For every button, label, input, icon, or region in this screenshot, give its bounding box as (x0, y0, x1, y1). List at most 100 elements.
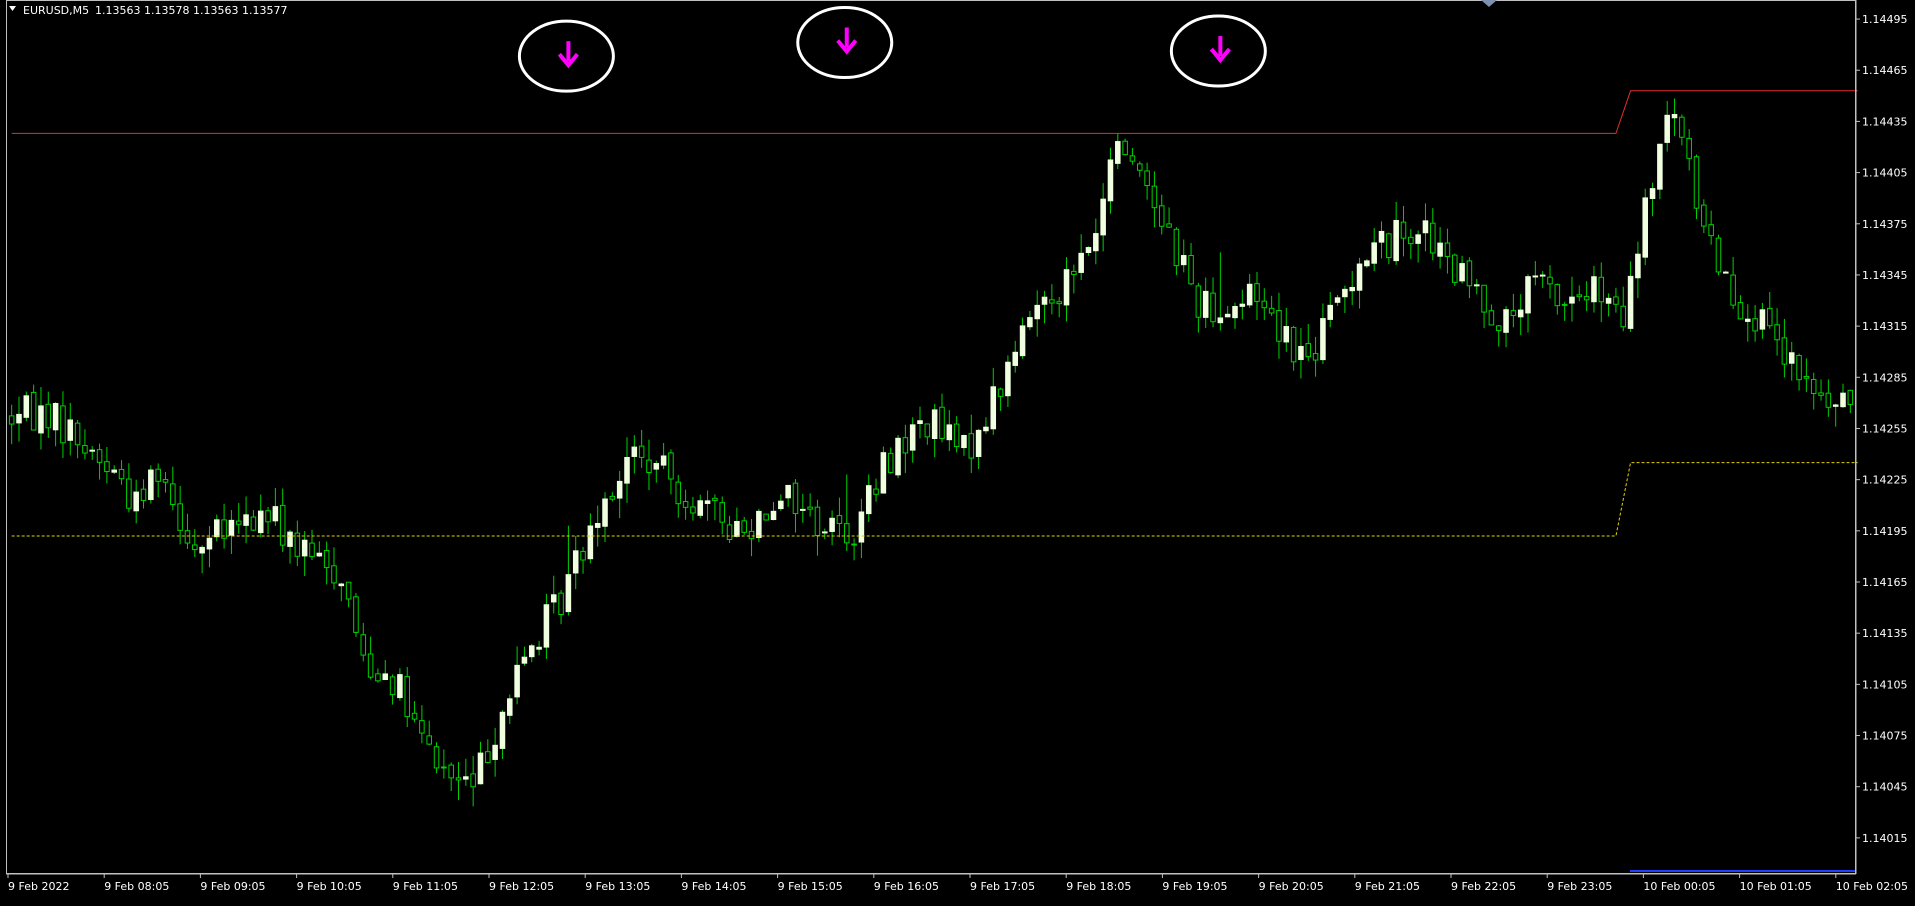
bullish-candle (1832, 404, 1839, 407)
bearish-candle (887, 452, 894, 473)
bearish-candle (609, 495, 616, 500)
bearish-candle (82, 445, 88, 454)
bearish-candle (1451, 254, 1458, 283)
bullish-candle (697, 500, 704, 516)
bearish-candle (719, 502, 725, 523)
bullish-candle (1327, 304, 1334, 320)
bullish-candle (257, 510, 264, 534)
time-tick-label: 9 Feb 13:05 (585, 880, 650, 893)
bullish-candle (1180, 255, 1187, 266)
bullish-candle (631, 446, 638, 457)
bullish-candle (624, 456, 630, 484)
bullish-candle (1745, 318, 1751, 322)
bearish-candle (1312, 353, 1319, 361)
time-tick-label: 9 Feb 20:05 (1259, 880, 1324, 893)
bullish-candle (1635, 253, 1641, 279)
bullish-candle (1107, 159, 1114, 202)
bullish-candle (1246, 283, 1253, 306)
bearish-candle (345, 581, 352, 600)
bearish-candle (250, 516, 257, 531)
bullish-candle (602, 498, 608, 527)
bearish-candle (1613, 296, 1619, 305)
price-tick-label: 1.14165 (1862, 576, 1908, 589)
bullish-candle (52, 403, 59, 431)
bearish-candle (279, 504, 286, 546)
bearish-candle (1466, 260, 1473, 287)
bearish-candle (1598, 276, 1605, 303)
bullish-candle (1078, 252, 1084, 273)
bearish-candle (1071, 270, 1077, 276)
bearish-candle (1715, 237, 1722, 273)
bullish-candle (829, 517, 835, 532)
bullish-candle (660, 455, 667, 466)
bearish-candle (1847, 389, 1854, 405)
bullish-candle (536, 646, 542, 650)
bullish-candle (1605, 297, 1612, 304)
bearish-candle (1583, 296, 1590, 301)
time-tick-label: 9 Feb 14:05 (681, 880, 746, 893)
bearish-candle (638, 445, 645, 458)
bearish-candle (1188, 255, 1194, 285)
price-tick-label: 1.14045 (1862, 781, 1908, 794)
price-tick-label: 1.14225 (1862, 474, 1908, 487)
bearish-candle (1408, 236, 1414, 245)
time-tick-label: 9 Feb 22:05 (1451, 880, 1516, 893)
bearish-candle (792, 482, 799, 515)
bullish-candle (507, 698, 513, 716)
bullish-candle (895, 437, 901, 476)
bullish-candle (67, 419, 74, 441)
chart-window[interactable]: 1.14495 1.14465 1.14435 1.14405 1.14375 1.143… (0, 0, 1915, 902)
bullish-candle (961, 435, 967, 449)
time-tick-label: 10 Feb 02:05 (1836, 880, 1908, 893)
bullish-candle (228, 519, 235, 536)
bullish-candle (909, 424, 916, 451)
bullish-candle (1041, 296, 1048, 305)
price-tick-label: 1.14195 (1862, 525, 1908, 538)
bearish-candle (968, 433, 975, 459)
bearish-candle (1444, 242, 1451, 257)
bullish-candle (1532, 275, 1539, 278)
bearish-candle (177, 503, 183, 531)
bullish-candle (1473, 284, 1480, 287)
bearish-candle (1137, 163, 1143, 171)
bullish-candle (1224, 313, 1231, 318)
bearish-candle (807, 506, 813, 510)
bullish-candle (1503, 309, 1509, 333)
bullish-candle (756, 510, 762, 539)
bullish-candle (543, 604, 550, 648)
bullish-candle (946, 424, 953, 441)
bullish-candle (1415, 234, 1421, 244)
bearish-candle (1576, 294, 1583, 298)
bullish-candle (133, 491, 139, 512)
bearish-candle (192, 544, 198, 551)
bullish-candle (1232, 306, 1238, 319)
bullish-candle (770, 510, 777, 521)
bullish-candle (594, 523, 601, 528)
bullish-candle (499, 711, 506, 749)
bullish-candle (616, 480, 623, 499)
time-tick-label: 9 Feb 16:05 (874, 880, 939, 893)
bullish-candle (492, 744, 498, 760)
bullish-candle (199, 546, 205, 554)
bearish-candle (375, 673, 381, 682)
bullish-candle (734, 520, 740, 537)
price-tick-label: 1.14435 (1862, 115, 1908, 128)
bearish-candle (30, 391, 37, 431)
time-tick-label: 9 Feb 09:05 (200, 880, 265, 893)
bullish-candle (1422, 220, 1429, 234)
bearish-candle (939, 406, 945, 439)
price-tick-label: 1.14015 (1862, 832, 1908, 845)
bearish-candle (668, 452, 674, 480)
bullish-candle (382, 673, 389, 681)
bearish-candle (367, 653, 374, 678)
bearish-candle (902, 437, 909, 454)
bearish-candle (441, 766, 447, 769)
bullish-candle (477, 752, 484, 785)
price-tick-label: 1.14255 (1862, 422, 1908, 435)
bearish-candle (433, 746, 440, 769)
candlestick-chart[interactable]: 1.14495 1.14465 1.14435 1.14405 1.14375 1.143… (0, 0, 1915, 902)
bullish-candle (397, 674, 403, 699)
bearish-candle (997, 388, 1004, 397)
bearish-candle (1810, 378, 1817, 394)
bullish-candle (1569, 296, 1575, 304)
